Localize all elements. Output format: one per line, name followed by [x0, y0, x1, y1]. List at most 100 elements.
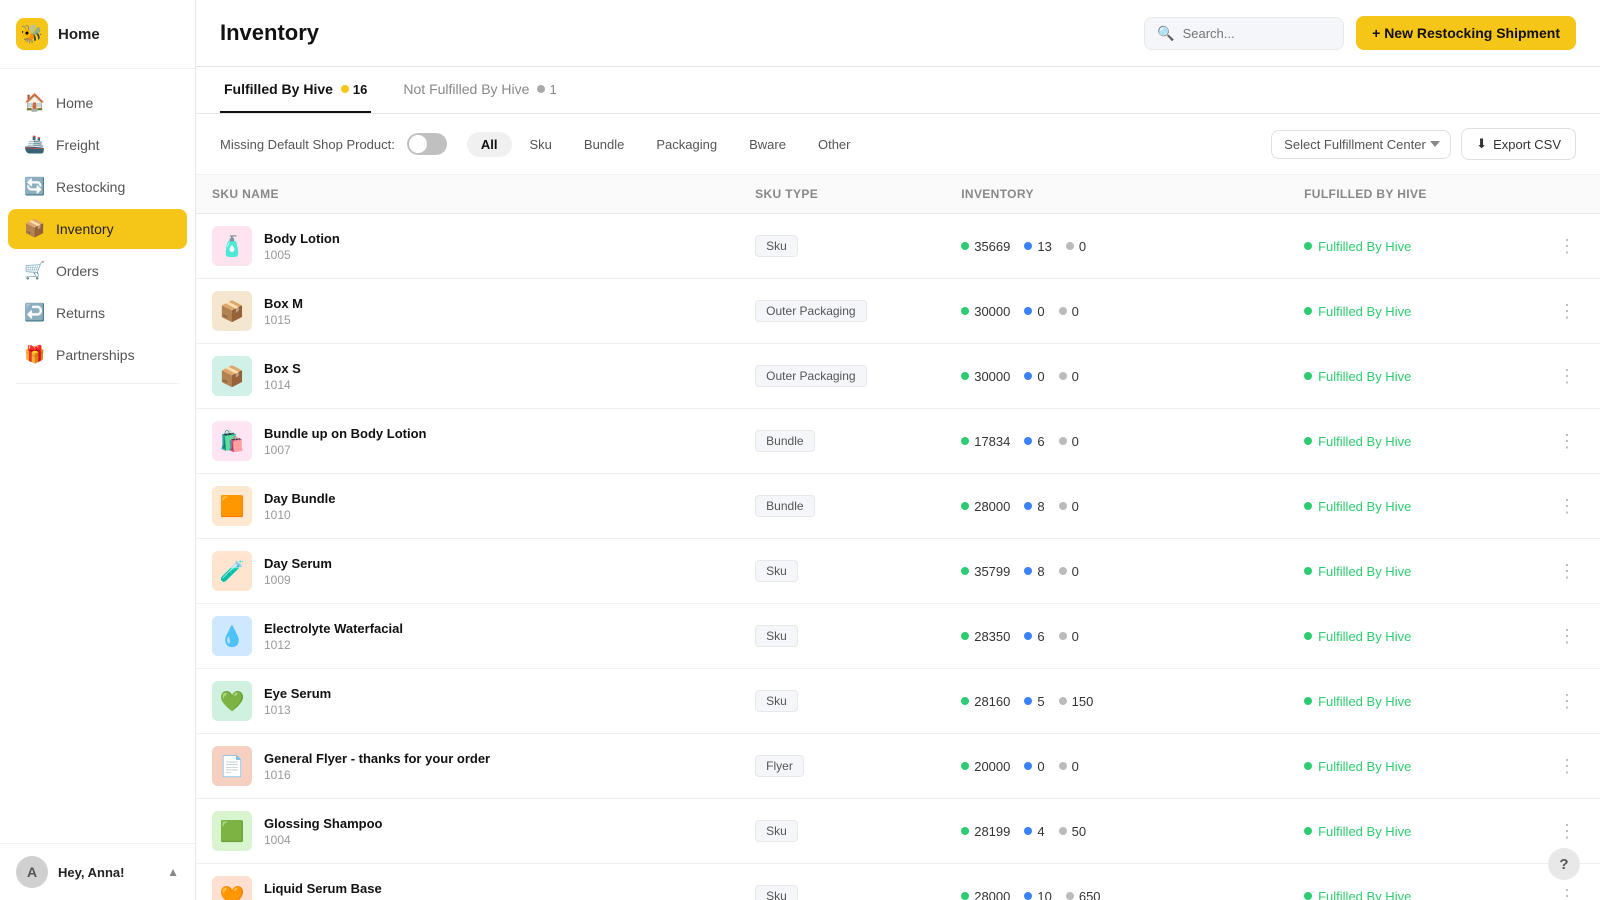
cell-sku-type: Flyer [739, 734, 945, 799]
export-csv-button[interactable]: ⬇ Export CSV [1461, 128, 1576, 160]
sku-info: Electrolyte Waterfacial 1012 [264, 621, 403, 652]
search-bar[interactable]: 🔍 [1144, 17, 1344, 50]
new-shipment-button[interactable]: + New Restocking Shipment [1356, 16, 1576, 50]
green-dot [961, 307, 969, 315]
sku-thumbnail: 🧡 [212, 876, 252, 900]
table-row: 📦 Box S 1014 Outer Packaging 30000 0 [196, 344, 1600, 409]
tab-not_fulfilled[interactable]: Not Fulfilled By Hive 1 [399, 67, 560, 113]
download-icon: ⬇ [1476, 136, 1487, 152]
help-button[interactable]: ? [1548, 848, 1580, 880]
table-row: 🧡 Liquid Serum Base 1008 Sku 28000 10 [196, 864, 1600, 900]
sidebar-item-restocking[interactable]: 🔄 Restocking [8, 167, 187, 207]
sidebar-item-inventory[interactable]: 📦 Inventory [8, 209, 187, 249]
sidebar-item-returns[interactable]: ↩️ Returns [8, 293, 187, 333]
logo-icon: 🐝 [16, 18, 48, 50]
fulfilled-dot [1304, 827, 1312, 835]
cell-actions[interactable]: ⋮ [1534, 539, 1600, 604]
inv-green: 35669 [961, 239, 1010, 254]
gray-dot [1059, 567, 1067, 575]
blue-dot [1024, 437, 1032, 445]
cell-actions[interactable]: ⋮ [1534, 734, 1600, 799]
inv-green-value: 28000 [974, 499, 1010, 514]
fulfilled-dot [1304, 372, 1312, 380]
sidebar-item-label-inventory: Inventory [56, 221, 114, 237]
sku-name: Eye Serum [264, 686, 331, 701]
cell-actions[interactable]: ⋮ [1534, 604, 1600, 669]
fulfilled-dot [1304, 242, 1312, 250]
cell-sku-type: Sku [739, 864, 945, 900]
cell-actions[interactable]: ⋮ [1534, 474, 1600, 539]
row-menu-button[interactable]: ⋮ [1550, 882, 1584, 900]
filter-pill-sku[interactable]: Sku [516, 132, 566, 157]
inv-gray-value: 0 [1072, 629, 1079, 644]
sidebar-divider [16, 383, 179, 384]
cell-sku-name: 🟧 Day Bundle 1010 [196, 474, 739, 539]
cell-actions[interactable]: ⋮ [1534, 279, 1600, 344]
inv-green: 20000 [961, 759, 1010, 774]
inv-green-value: 20000 [974, 759, 1010, 774]
cell-actions[interactable]: ⋮ [1534, 214, 1600, 279]
search-input[interactable] [1183, 26, 1332, 41]
tab-fulfilled[interactable]: Fulfilled By Hive 16 [220, 67, 371, 113]
header-actions: 🔍 + New Restocking Shipment [1144, 16, 1576, 50]
row-menu-button[interactable]: ⋮ [1550, 232, 1584, 261]
cell-actions[interactable]: ⋮ [1534, 669, 1600, 734]
cell-actions[interactable]: ⋮ [1534, 409, 1600, 474]
inv-green: 35799 [961, 564, 1010, 579]
row-menu-button[interactable]: ⋮ [1550, 687, 1584, 716]
inv-blue-value: 0 [1037, 304, 1044, 319]
cell-sku-type: Sku [739, 539, 945, 604]
table-body: 🧴 Body Lotion 1005 Sku 35669 13 [196, 214, 1600, 900]
sku-info: Bundle up on Body Lotion 1007 [264, 426, 426, 457]
sidebar-item-partnerships[interactable]: 🎁 Partnerships [8, 335, 187, 375]
sku-id: 1012 [264, 638, 403, 652]
inv-green-value: 28350 [974, 629, 1010, 644]
filter-pill-bundle[interactable]: Bundle [570, 132, 638, 157]
chevron-up-icon: ▲ [167, 865, 179, 879]
cell-sku-name: 🧡 Liquid Serum Base 1008 [196, 864, 739, 900]
table-row: 🧴 Body Lotion 1005 Sku 35669 13 [196, 214, 1600, 279]
inv-gray-value: 150 [1072, 694, 1094, 709]
sku-type-badge: Flyer [755, 755, 804, 777]
cell-sku-type: Sku [739, 799, 945, 864]
sku-type-badge: Sku [755, 690, 798, 712]
inv-blue: 0 [1024, 304, 1044, 319]
row-menu-button[interactable]: ⋮ [1550, 752, 1584, 781]
sidebar-logo[interactable]: 🐝 Home [0, 0, 195, 69]
cell-sku-name: 🧪 Day Serum 1009 [196, 539, 739, 604]
sidebar-item-freight[interactable]: 🚢 Freight [8, 125, 187, 165]
row-menu-button[interactable]: ⋮ [1550, 492, 1584, 521]
cell-inventory: 30000 0 0 [945, 344, 1288, 409]
row-menu-button[interactable]: ⋮ [1550, 557, 1584, 586]
filter-pill-bware[interactable]: Bware [735, 132, 800, 157]
inv-blue: 10 [1024, 889, 1051, 900]
cell-actions[interactable]: ⋮ [1534, 344, 1600, 409]
filter-pill-packaging[interactable]: Packaging [642, 132, 731, 157]
cell-sku-name: 💧 Electrolyte Waterfacial 1012 [196, 604, 739, 669]
table-header: SKU Name SKU Type Inventory Fulfilled by… [196, 175, 1600, 214]
sidebar-item-orders[interactable]: 🛒 Orders [8, 251, 187, 291]
sku-id: 1004 [264, 833, 382, 847]
fulfillment-center-select[interactable]: Select Fulfillment Center [1271, 130, 1451, 159]
row-menu-button[interactable]: ⋮ [1550, 427, 1584, 456]
inv-blue-value: 8 [1037, 564, 1044, 579]
filter-pill-all[interactable]: All [467, 132, 512, 157]
tabs-bar: Fulfilled By Hive 16 Not Fulfilled By Hi… [196, 67, 1600, 114]
filter-pills: AllSkuBundlePackagingBwareOther [467, 132, 865, 157]
row-menu-button[interactable]: ⋮ [1550, 362, 1584, 391]
sidebar-nav: 🏠 Home 🚢 Freight 🔄 Restocking 📦 Inventor… [0, 69, 195, 843]
row-menu-button[interactable]: ⋮ [1550, 622, 1584, 651]
table-row: 💧 Electrolyte Waterfacial 1012 Sku 28350… [196, 604, 1600, 669]
sku-info: Box S 1014 [264, 361, 301, 392]
sku-type-badge: Sku [755, 560, 798, 582]
inv-gray-value: 650 [1079, 889, 1101, 900]
row-menu-button[interactable]: ⋮ [1550, 817, 1584, 846]
inv-blue-value: 10 [1037, 889, 1051, 900]
sidebar-item-home[interactable]: 🏠 Home [8, 83, 187, 123]
missing-product-toggle[interactable] [407, 133, 447, 155]
blue-dot [1024, 372, 1032, 380]
filter-pill-other[interactable]: Other [804, 132, 865, 157]
inv-blue: 4 [1024, 824, 1044, 839]
sidebar-user[interactable]: A Hey, Anna! ▲ [0, 843, 195, 900]
row-menu-button[interactable]: ⋮ [1550, 297, 1584, 326]
